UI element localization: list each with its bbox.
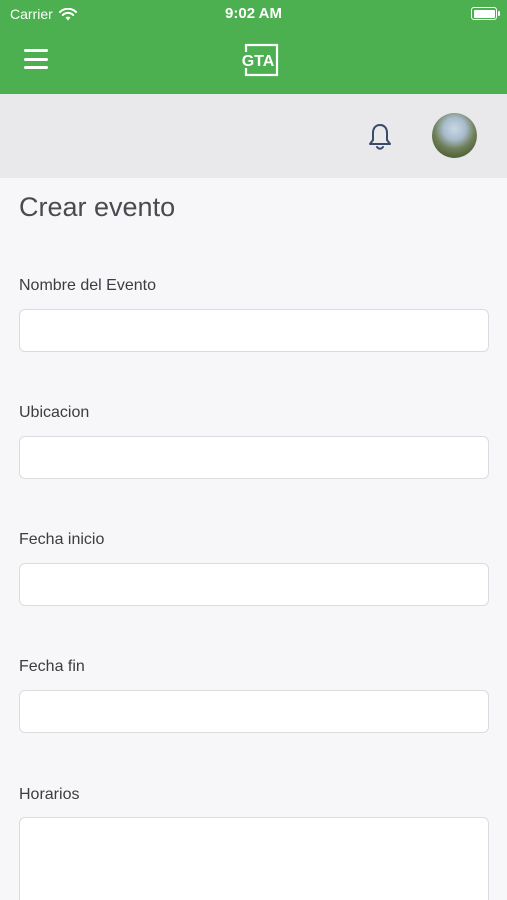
status-bar: Carrier 9:02 AM <box>0 0 507 28</box>
location-label: Ubicacion <box>19 404 90 421</box>
hamburger-icon-bar <box>24 49 48 52</box>
end-date-input[interactable] <box>19 690 489 733</box>
gta-logo: GTA <box>238 43 279 77</box>
end-date-label: Fecha fin <box>19 658 85 675</box>
event-name-label: Nombre del Evento <box>19 277 156 294</box>
schedule-label: Horarios <box>19 786 80 803</box>
location-input[interactable] <box>19 436 489 479</box>
start-date-input[interactable] <box>19 563 489 606</box>
battery-icon <box>471 7 500 20</box>
hamburger-icon-bar <box>24 66 48 69</box>
page-title: Crear evento <box>19 192 176 222</box>
user-avatar[interactable] <box>432 113 477 158</box>
menu-button[interactable] <box>24 49 48 69</box>
sub-header <box>0 94 507 178</box>
start-date-label: Fecha inicio <box>19 531 105 548</box>
event-name-input[interactable] <box>19 309 489 352</box>
status-time: 9:02 AM <box>225 5 282 22</box>
schedule-textarea[interactable] <box>19 817 489 900</box>
logo-text: GTA <box>242 53 275 70</box>
hamburger-icon-bar <box>24 57 48 61</box>
bell-icon[interactable] <box>367 122 393 152</box>
